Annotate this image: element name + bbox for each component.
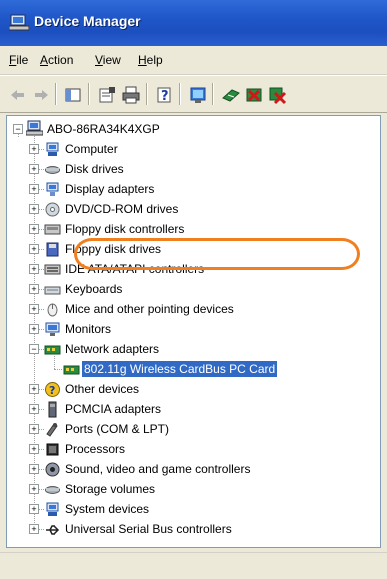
update-driver-icon[interactable]: [220, 84, 242, 106]
svg-text:?: ?: [161, 89, 169, 104]
window-title: Device Manager: [34, 13, 141, 29]
menu-action-accel: A: [40, 53, 49, 67]
tree-root-label: ABO-86RA34K4XGP: [47, 122, 160, 136]
tree-category-label: Storage volumes: [65, 482, 156, 496]
tree-category-label: Other devices: [65, 382, 140, 396]
status-bar: [0, 552, 387, 579]
expand-toggle[interactable]: +: [29, 524, 39, 534]
tree-category-label: Sound, video and game controllers: [65, 462, 251, 476]
expand-toggle[interactable]: +: [29, 444, 39, 454]
cdrom-icon: [45, 202, 60, 217]
title-bar[interactable]: Device Manager: [0, 0, 387, 46]
disable-device-icon[interactable]: [243, 84, 265, 106]
system-device-icon: [46, 502, 59, 516]
tree-category-label: Processors: [65, 442, 126, 456]
ide-controller-icon: [44, 264, 61, 275]
tree-category-label: Mice and other pointing devices: [65, 302, 234, 316]
menu-bar: File Action View Help: [0, 46, 387, 75]
collapse-root-toggle[interactable]: −: [13, 124, 23, 134]
toolbar-separator: [179, 83, 180, 105]
device-manager-window: Device Manager File Action View Help ? −…: [0, 0, 387, 579]
expand-toggle[interactable]: +: [29, 384, 39, 394]
toolbar: ?: [0, 75, 387, 113]
tree-category-label: PCMCIA adapters: [65, 402, 162, 416]
menu-view-accel: V: [95, 53, 103, 67]
unknown-device-icon: ?: [45, 382, 60, 397]
toolbar-separator: [212, 83, 213, 105]
expand-toggle[interactable]: +: [29, 504, 39, 514]
expand-toggle[interactable]: +: [29, 324, 39, 334]
disk-drive-icon: [45, 166, 60, 174]
tree-category-label: Universal Serial Bus controllers: [65, 522, 232, 536]
tree-category-label: DVD/CD-ROM drives: [65, 202, 179, 216]
expand-toggle[interactable]: +: [29, 204, 39, 214]
expand-toggle[interactable]: +: [29, 184, 39, 194]
processor-icon: [46, 443, 59, 456]
uninstall-device-icon[interactable]: [266, 84, 288, 106]
menu-help-rest: elp: [146, 53, 163, 67]
floppy-controller-icon: [44, 224, 61, 235]
tree-category-label: Disk drives: [65, 162, 124, 176]
properties-icon[interactable]: [96, 84, 118, 106]
port-icon: [46, 423, 58, 437]
device-tree[interactable]: − ABO-86RA34K4XGP + Computer + Disk drives +…: [6, 115, 381, 548]
keyboard-icon: [44, 286, 61, 295]
menu-help-accel: H: [138, 53, 147, 67]
expand-toggle[interactable]: +: [29, 484, 39, 494]
menu-view[interactable]: View: [95, 53, 121, 67]
tree-connector: [54, 369, 62, 370]
computer-root-icon: [26, 120, 43, 136]
pcmcia-icon: [48, 401, 57, 418]
menu-file[interactable]: File: [9, 53, 28, 67]
network-adapter-icon: [44, 345, 61, 355]
expand-toggle[interactable]: +: [29, 144, 39, 154]
show-hide-tree-icon[interactable]: [62, 84, 84, 106]
computer-icon: [46, 142, 59, 156]
back-arrow-icon[interactable]: [7, 84, 29, 106]
toolbar-separator: [146, 83, 147, 105]
network-card-icon: [63, 365, 80, 375]
forward-arrow-icon[interactable]: [30, 84, 52, 106]
help-icon[interactable]: ?: [153, 84, 175, 106]
expand-toggle[interactable]: +: [29, 164, 39, 174]
expand-toggle[interactable]: +: [29, 224, 39, 234]
tree-category-label: Display adapters: [65, 182, 155, 196]
highlight-ring: [74, 238, 360, 270]
display-adapter-icon: [46, 182, 59, 196]
floppy-drive-icon: [46, 242, 59, 257]
mouse-icon: [47, 303, 58, 317]
tree-category-label: Monitors: [65, 322, 112, 336]
tree-category-label: Network adapters: [65, 342, 160, 356]
scan-hardware-icon[interactable]: [187, 84, 209, 106]
storage-icon: [45, 486, 60, 494]
menu-view-rest: iew: [102, 53, 121, 67]
toolbar-separator: [55, 83, 56, 105]
collapse-toggle[interactable]: −: [29, 344, 39, 354]
expand-toggle[interactable]: +: [29, 264, 39, 274]
usb-icon: [46, 525, 60, 535]
monitor-icon: [45, 322, 60, 336]
print-icon[interactable]: [120, 84, 142, 106]
menu-action-rest: ction: [48, 53, 74, 67]
sound-icon: [45, 462, 60, 477]
tree-category-label: Keyboards: [65, 282, 123, 296]
tree-category-label: Floppy disk controllers: [65, 222, 185, 236]
menu-action[interactable]: Action: [40, 53, 73, 67]
expand-toggle[interactable]: +: [29, 464, 39, 474]
expand-toggle[interactable]: +: [29, 404, 39, 414]
svg-text:?: ?: [49, 384, 55, 397]
menu-help[interactable]: Help: [138, 53, 163, 67]
expand-toggle[interactable]: +: [29, 424, 39, 434]
expand-toggle[interactable]: +: [29, 284, 39, 294]
toolbar-separator: [88, 83, 89, 105]
selected-device-label: 802.11g Wireless CardBus PC Card: [82, 361, 278, 377]
tree-category-label: Ports (COM & LPT): [65, 422, 170, 436]
expand-toggle[interactable]: +: [29, 244, 39, 254]
expand-toggle[interactable]: +: [29, 304, 39, 314]
device-manager-icon: [9, 14, 29, 31]
tree-category-label: System devices: [65, 502, 150, 516]
menu-file-rest: ile: [16, 53, 29, 67]
tree-category-label: Computer: [65, 142, 118, 156]
